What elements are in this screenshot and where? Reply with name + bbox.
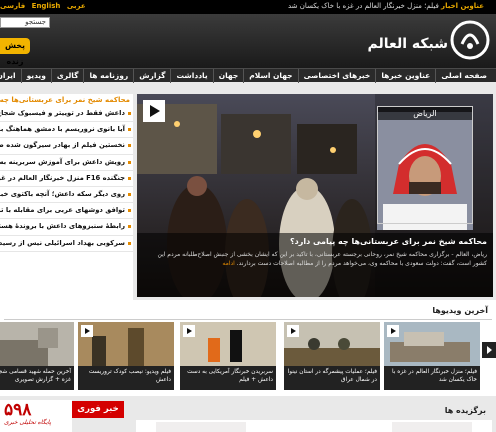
live-stream-button[interactable]: پخش زنده — [0, 38, 30, 66]
bullet-icon — [128, 160, 131, 164]
site-header: جستجو پخش زنده شبکه العالم — [0, 14, 496, 68]
latest-videos: آخرین ویدیوها فیلم؛ منزل خبرنگار العالم … — [0, 300, 496, 396]
featured-caption: محاکمه شیخ نمر برای عربستانی‌ها چه پیامی… — [137, 233, 493, 297]
site-name: شبکه العالم — [367, 36, 448, 52]
news-ticker[interactable]: عناوین اخبار فیلم؛ منزل خبرنگار العالم د… — [288, 2, 484, 10]
list-item[interactable]: آیا بانوی نروریسم با دمشق هماهنگ باشم؟ — [0, 122, 133, 139]
play-icon[interactable] — [183, 325, 195, 337]
list-item[interactable]: سرکوبی بهداد اسرائیلی نیس از رسیدن به عظ… — [0, 236, 133, 252]
partner-logo-caption: پایگاه تحلیلی خبری — [4, 419, 52, 426]
bullet-icon — [128, 176, 131, 180]
news-list: محاکمه شیخ نمر برای عربستانی‌ها چه پیامی… — [0, 94, 133, 300]
play-icon[interactable] — [81, 325, 93, 337]
featured-strip — [136, 420, 492, 432]
featured-thumbnail[interactable] — [392, 422, 472, 432]
featured-story[interactable]: الریاض محاکمه شیخ نمر برای عربستانی‌ها چ… — [137, 94, 493, 297]
video-card[interactable]: فیلم ویدیو: نیصب کودک تروریست داعش — [78, 322, 174, 392]
bullet-icon — [128, 192, 131, 196]
featured-title[interactable]: محاکمه شیخ نمر برای عربستانی‌ها چه پیامی… — [290, 237, 487, 246]
nav-item-world[interactable]: جهان — [212, 69, 244, 83]
featured-summary: ریاض، العالم - برگزاری محاکمه شیخ نمر، ر… — [143, 250, 488, 268]
site-logo[interactable]: شبکه العالم — [368, 18, 490, 64]
featured-heading: برگزیده ها — [444, 406, 486, 415]
play-icon[interactable] — [287, 325, 299, 337]
carousel-next-icon[interactable] — [482, 342, 496, 358]
video-card[interactable]: فیلم؛ منزل خبرنگار العالم در غزه با خاک … — [384, 322, 480, 392]
nav-item-home[interactable]: صفحه اصلی — [435, 69, 492, 83]
read-more-link[interactable]: ادامه — [222, 260, 234, 267]
bullet-icon — [128, 128, 131, 132]
video-caption[interactable]: سربریدن خبرنگار آمریکایی به دست داعش + ف… — [180, 366, 276, 390]
partner-banner[interactable]: ۵۹۸ پایگاه تحلیلی خبری — [0, 400, 72, 432]
lang-arabic[interactable]: عربی — [67, 2, 86, 10]
list-item[interactable]: توافق دوشهای عربی برای مقابله با تروریسم — [0, 203, 133, 220]
bottom-section: ۵۹۸ پایگاه تحلیلی خبری خبر فوری برگزیده … — [0, 396, 496, 432]
list-item[interactable]: روی دیگر سکه داعش؛ آنچه باکتوی خبری نیست — [0, 187, 133, 204]
inset-location-label: الریاض — [378, 107, 472, 120]
search-input[interactable]: جستجو — [0, 17, 50, 28]
lang-farsi[interactable]: فارسی — [0, 2, 25, 10]
inset-frame: الریاض — [377, 106, 473, 224]
video-caption[interactable]: فیلم؛ عملیات پیشمرگه در استان نینوا در ش… — [284, 366, 380, 390]
nav-item-gallery[interactable]: گالری — [50, 69, 84, 83]
language-switcher: فارسی English عربی — [0, 2, 90, 10]
top-bar: فارسی English عربی عناوین اخبار فیلم؛ من… — [0, 0, 496, 14]
play-icon[interactable] — [143, 100, 165, 122]
video-caption[interactable]: فیلم؛ منزل خبرنگار العالم در غزه با خاک … — [384, 366, 480, 390]
bullet-icon — [128, 209, 131, 213]
news-list-heading[interactable]: محاکمه شیخ نمر برای عربستانی‌ها چه پیامی… — [0, 94, 133, 106]
bullet-icon — [128, 241, 131, 245]
video-thumbnail — [0, 322, 74, 366]
nav-item-islamic-world[interactable]: جهان اسلام — [243, 69, 297, 83]
bullet-icon — [128, 225, 131, 229]
list-item[interactable]: رویش داعش برای آموزش سربرینه به کودکان + — [0, 155, 133, 171]
divider — [4, 319, 492, 320]
nav-item-video[interactable]: ویدیو — [20, 69, 51, 83]
ticker-label: عناوین اخبار — [441, 2, 484, 10]
breaking-news-button[interactable]: خبر فوری — [72, 401, 124, 418]
ticker-text[interactable]: فیلم؛ منزل خبرنگار العالم در غزه با خاک … — [288, 2, 439, 10]
video-card[interactable]: سربریدن خبرنگار آمریکایی به دست داعش + ف… — [180, 322, 276, 392]
list-item[interactable]: جنگنده F16 منزل خبرنگار العالم در غزه را… — [0, 171, 133, 187]
nav-item-notes[interactable]: یادداشت — [170, 69, 212, 83]
nav-item-exclusive[interactable]: خبرهای اختصاصی — [297, 69, 376, 83]
logo-emblem-icon — [450, 20, 490, 60]
nav-item-reports[interactable]: گزارش — [133, 69, 170, 83]
video-caption[interactable]: آخرین حمله شهید قسامی شجاعیه غزه + گزارش… — [0, 366, 74, 390]
lang-english[interactable]: English — [32, 2, 61, 10]
bullet-icon — [128, 144, 131, 148]
list-item[interactable]: نخستین فیلم از بهادر سیرگون شده صهیونیسم — [0, 138, 133, 155]
featured-summary-text: ریاض، العالم - برگزاری محاکمه شیخ نمر، ر… — [157, 251, 488, 267]
featured-thumbnail[interactable] — [156, 422, 246, 432]
video-card[interactable]: فیلم؛ عملیات پیشمرگه در استان نینوا در ش… — [284, 322, 380, 392]
main-nav: صفحه اصلی عناوین خبرها خبرهای اختصاصی جه… — [0, 68, 496, 83]
nav-item-newspapers[interactable]: روزنامه ها — [83, 69, 133, 83]
video-caption[interactable]: فیلم ویدیو: نیصب کودک تروریست داعش — [78, 366, 174, 390]
nav-item-headlines[interactable]: عناوین خبرها — [375, 69, 435, 83]
video-card[interactable]: آخرین حمله شهید قسامی شجاعیه غزه + گزارش… — [0, 322, 74, 392]
list-item[interactable]: داعش فقط در توییتر و فیسبوک شجاع است + ا — [0, 106, 133, 123]
bullet-icon — [128, 112, 131, 115]
list-item[interactable]: رابطهٔ سنبزوهای داعش با بروندهٔ هسته‌ای … — [0, 219, 133, 236]
play-icon[interactable] — [387, 325, 399, 337]
partner-logo-number: ۵۹۸ — [4, 400, 32, 420]
nav-item-iran[interactable]: ایران — [0, 69, 21, 83]
videos-heading: آخرین ویدیوها — [432, 306, 488, 315]
